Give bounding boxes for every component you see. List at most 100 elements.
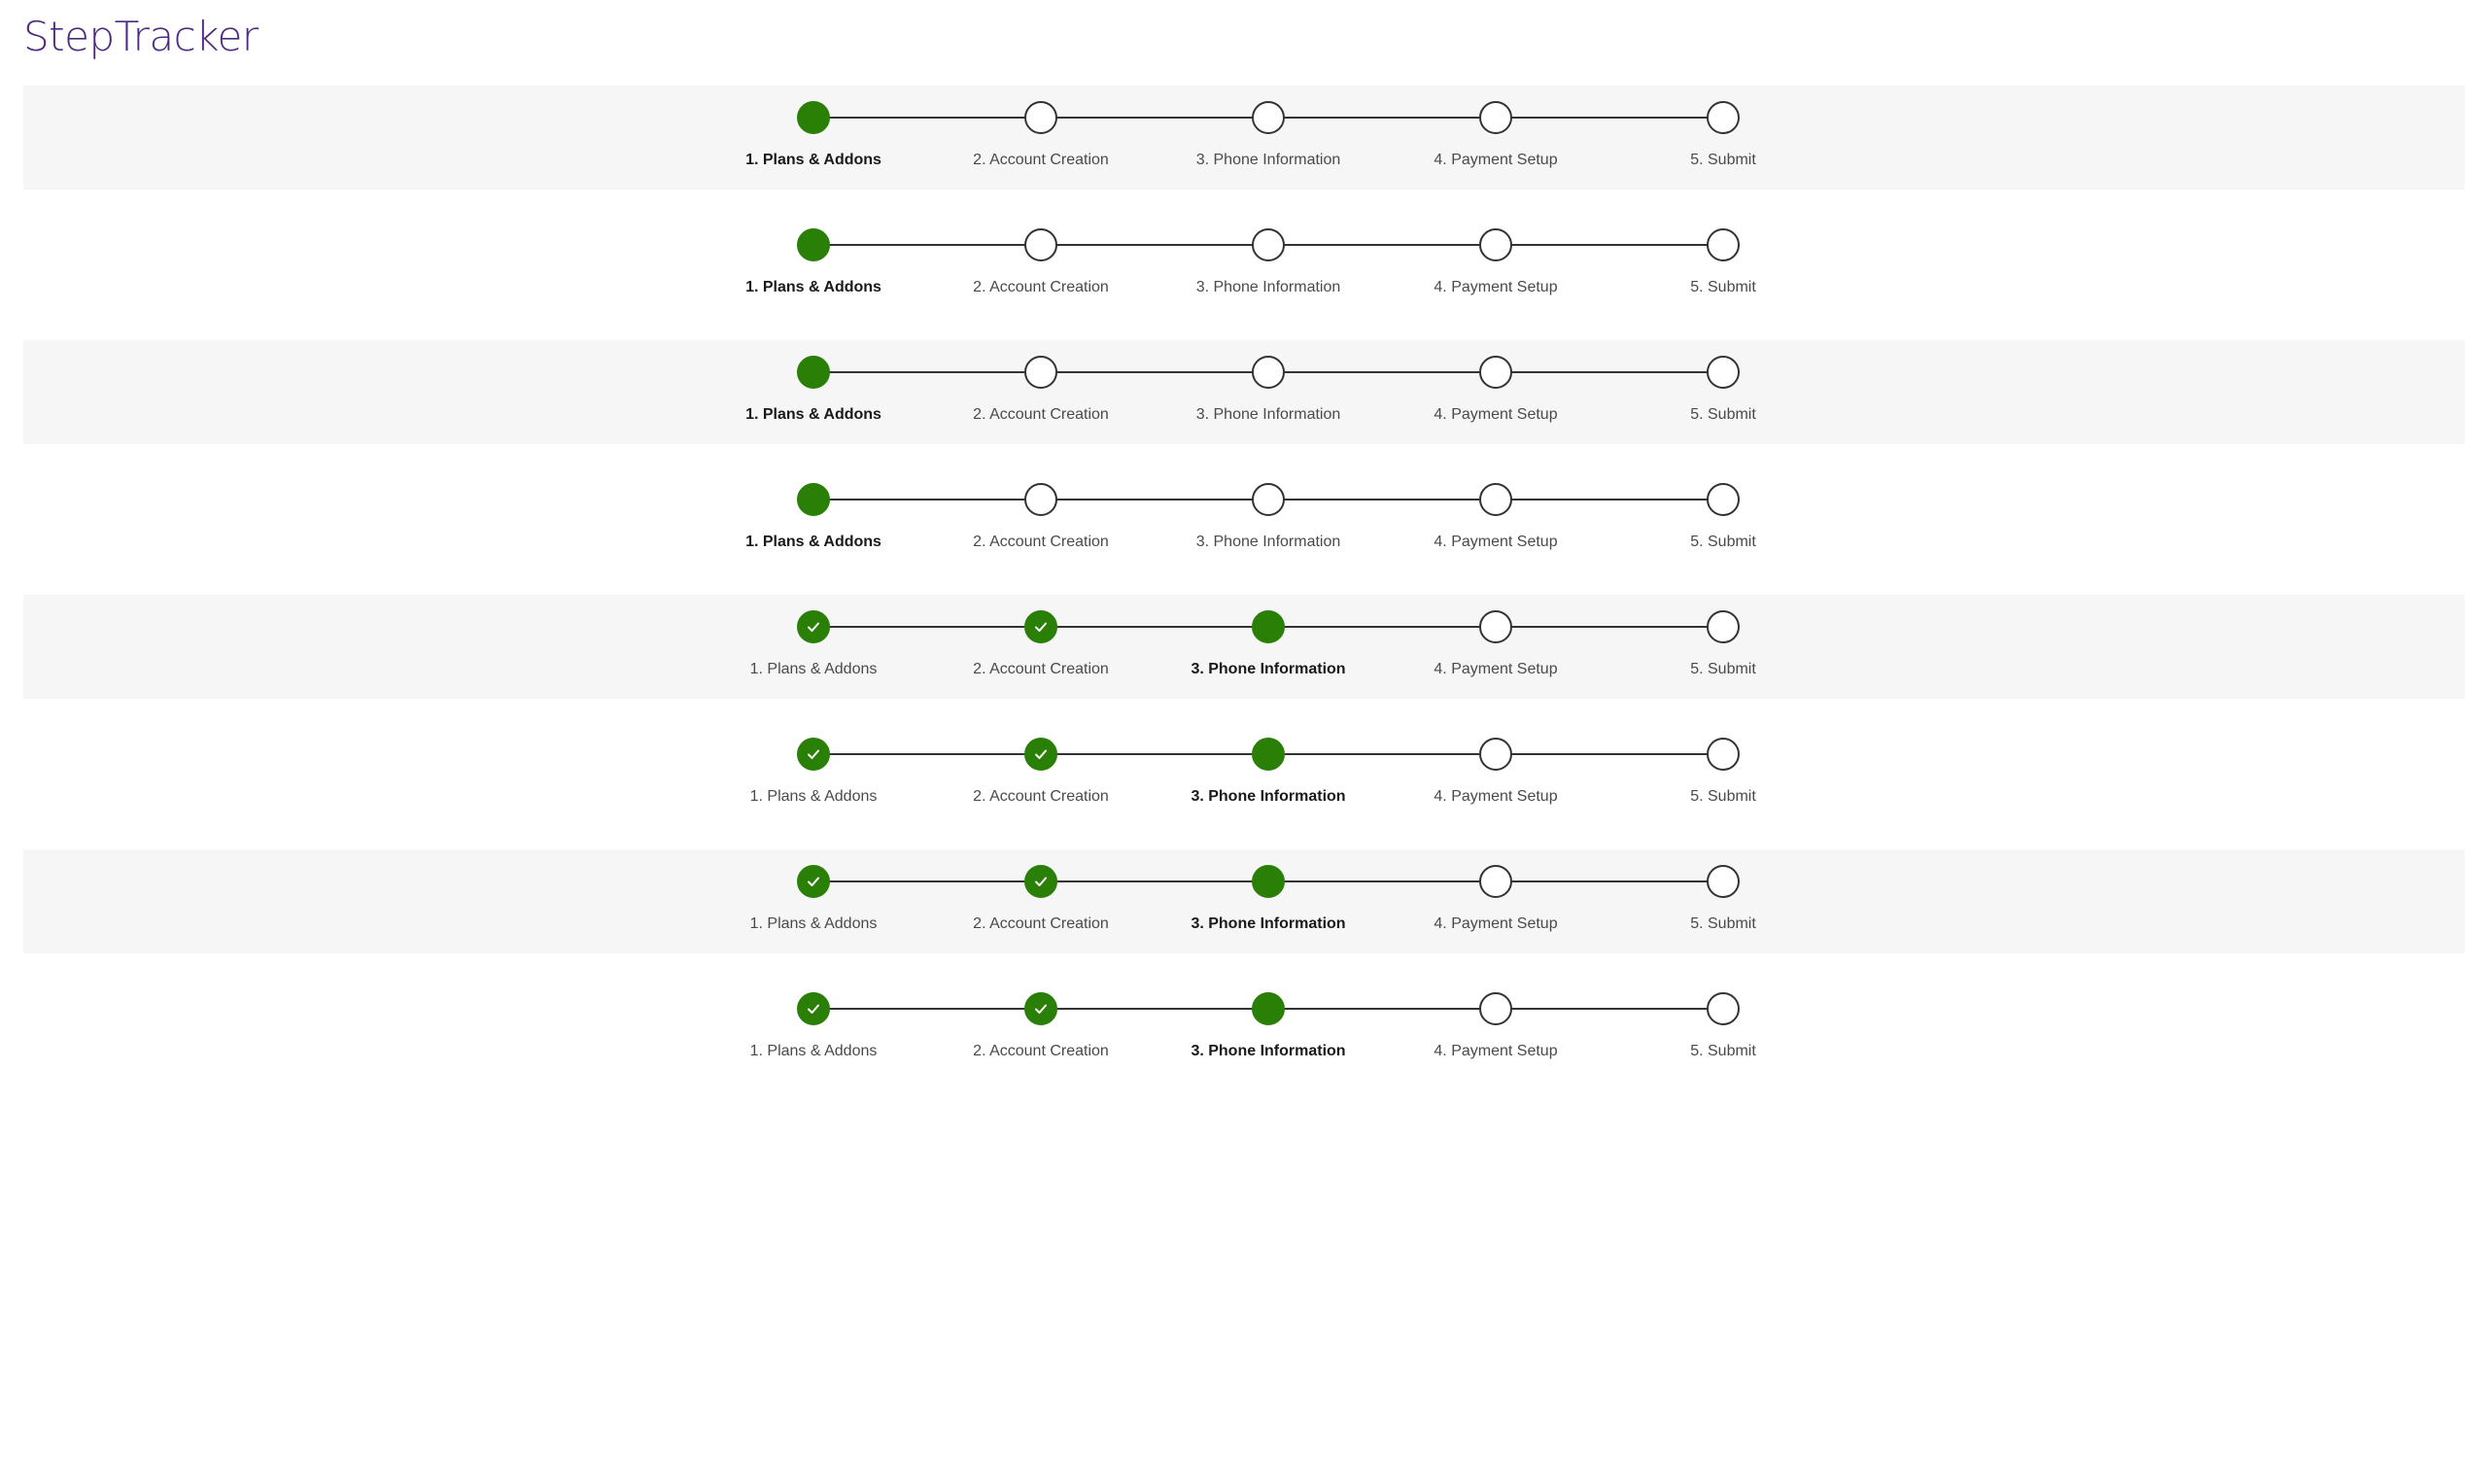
step-label: 1. Plans & Addons [745,279,881,295]
step-label: 1. Plans & Addons [749,788,878,805]
check-icon [1033,874,1049,889]
step-label: 2. Account Creation [973,534,1109,550]
step-label: 3. Phone Information [1191,1043,1346,1059]
check-icon [806,746,821,762]
step-indicator-pending[interactable] [1707,865,1740,898]
step-indicator-pending[interactable] [1024,228,1057,261]
step-label: 5. Submit [1690,1043,1756,1059]
tracker-row: 1. Plans & Addons 2. Account Creation 3. P… [23,86,2465,190]
step-label: 1. Plans & Addons [749,661,878,677]
step-indicator-pending[interactable] [1707,483,1740,516]
step-label: 4. Payment Setup [1434,915,1558,932]
step-label: 3. Phone Information [1195,534,1341,550]
step-indicator-pending[interactable] [1252,356,1285,389]
step-label: 5. Submit [1690,661,1756,677]
step-indicator-active[interactable] [797,101,830,134]
step-indicator-active[interactable] [797,483,830,516]
step-indicator-pending[interactable] [1024,101,1057,134]
tracker-row: 1. Plans & Addons 2. Account Creation 3. P… [23,595,2465,699]
step-indicator-done[interactable] [1024,738,1057,771]
step-tracker: 1. Plans & Addons 2. Account Creation 3. P… [745,467,1764,571]
step-indicator-pending[interactable] [1252,228,1285,261]
step-tracker: 1. Plans & Addons 2. Account Creation 3. P… [745,86,1764,190]
step-indicator-done[interactable] [797,610,830,643]
step-indicator-pending[interactable] [1707,228,1740,261]
check-icon [806,874,821,889]
step-label: 4. Payment Setup [1434,788,1558,805]
step-indicator-done[interactable] [797,992,830,1025]
step-indicator-pending[interactable] [1707,610,1740,643]
step-indicator-pending[interactable] [1479,992,1512,1025]
tracker-row: 1. Plans & Addons 2. Account Creation 3. P… [23,722,2465,826]
step-indicator-active[interactable] [797,228,830,261]
step-label: 5. Submit [1690,406,1756,423]
check-icon [1033,746,1049,762]
step-indicator-pending[interactable] [1479,865,1512,898]
step-indicator-done[interactable] [797,865,830,898]
step-label: 5. Submit [1690,788,1756,805]
step-indicator-pending[interactable] [1024,356,1057,389]
step-label: 5. Submit [1690,915,1756,932]
step-indicator-active[interactable] [1252,738,1285,771]
step-indicator-pending[interactable] [1479,610,1512,643]
step-label: 5. Submit [1690,152,1756,168]
step-label: 3. Phone Information [1191,788,1346,805]
step-label: 2. Account Creation [973,406,1109,423]
step-label: 2. Account Creation [973,661,1109,677]
step-tracker: 1. Plans & Addons 2. Account Creation 3. P… [745,340,1764,444]
step-indicator-pending[interactable] [1252,483,1285,516]
step-label: 1. Plans & Addons [749,915,878,932]
tracker-row: 1. Plans & Addons 2. Account Creation 3. P… [23,849,2465,953]
step-label: 1. Plans & Addons [745,406,881,423]
step-indicator-pending[interactable] [1707,738,1740,771]
step-label: 4. Payment Setup [1434,1043,1558,1059]
step-label: 3. Phone Information [1191,661,1346,677]
page-title: StepTracker [23,13,259,60]
step-label: 3. Phone Information [1195,279,1341,295]
step-indicator-pending[interactable] [1707,992,1740,1025]
step-indicator-done[interactable] [1024,865,1057,898]
check-icon [806,619,821,635]
step-tracker: 1. Plans & Addons 2. Account Creation 3. P… [750,722,1764,826]
step-indicator-pending[interactable] [1479,483,1512,516]
tracker-row: 1. Plans & Addons 2. Account Creation 3. P… [23,340,2465,444]
step-label: 2. Account Creation [973,1043,1109,1059]
step-label: 2. Account Creation [973,152,1109,168]
step-indicator-pending[interactable] [1707,356,1740,389]
step-indicator-active[interactable] [797,356,830,389]
step-label: 4. Payment Setup [1434,661,1558,677]
step-label: 2. Account Creation [973,279,1109,295]
step-indicator-pending[interactable] [1252,101,1285,134]
step-indicator-pending[interactable] [1707,101,1740,134]
check-icon [1033,1001,1049,1017]
step-label: 5. Submit [1690,534,1756,550]
step-label: 4. Payment Setup [1434,279,1558,295]
step-tracker-list: 1. Plans & Addons 2. Account Creation 3. P… [23,86,2465,1104]
step-indicator-done[interactable] [797,738,830,771]
step-indicator-active[interactable] [1252,992,1285,1025]
step-indicator-pending[interactable] [1479,738,1512,771]
step-label: 1. Plans & Addons [749,1043,878,1059]
step-indicator-pending[interactable] [1479,228,1512,261]
step-indicator-pending[interactable] [1479,101,1512,134]
step-indicator-done[interactable] [1024,610,1057,643]
check-icon [1033,619,1049,635]
step-label: 3. Phone Information [1191,915,1346,932]
step-indicator-pending[interactable] [1479,356,1512,389]
step-tracker: 1. Plans & Addons 2. Account Creation 3. P… [750,849,1764,953]
step-indicator-pending[interactable] [1024,483,1057,516]
step-indicator-done[interactable] [1024,992,1057,1025]
step-indicator-active[interactable] [1252,865,1285,898]
step-tracker: 1. Plans & Addons 2. Account Creation 3. P… [750,595,1764,699]
step-label: 2. Account Creation [973,788,1109,805]
step-label: 1. Plans & Addons [745,152,881,168]
tracker-row: 1. Plans & Addons 2. Account Creation 3. P… [23,213,2465,317]
step-label: 4. Payment Setup [1434,406,1558,423]
check-icon [806,1001,821,1017]
step-label: 2. Account Creation [973,915,1109,932]
tracker-row: 1. Plans & Addons 2. Account Creation 3. P… [23,977,2465,1081]
step-label: 3. Phone Information [1195,152,1341,168]
step-label: 3. Phone Information [1195,406,1341,423]
step-label: 4. Payment Setup [1434,534,1558,550]
step-indicator-active[interactable] [1252,610,1285,643]
